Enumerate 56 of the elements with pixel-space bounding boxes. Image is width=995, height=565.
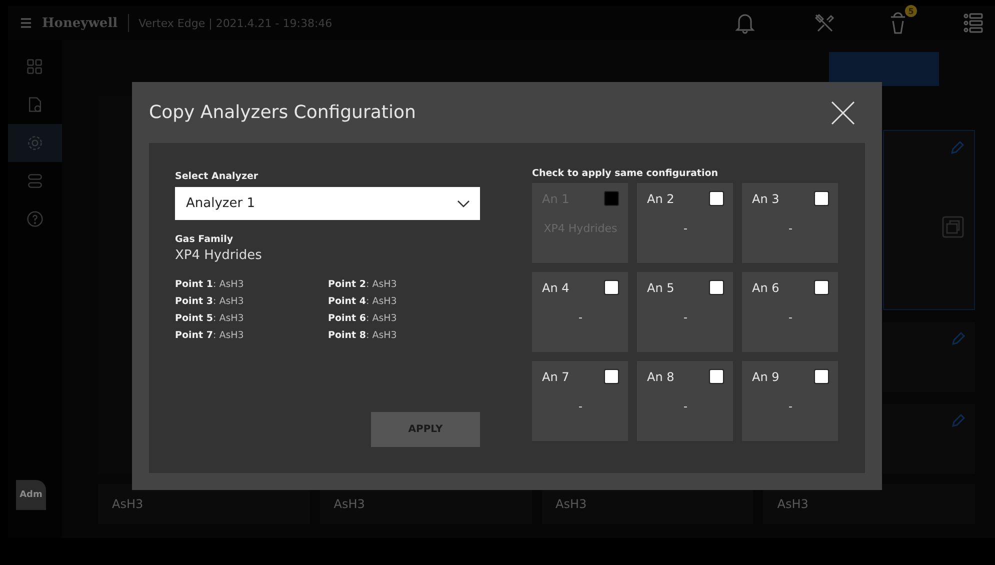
- toggles-icon: [26, 172, 44, 190]
- analyzer-name: An 2: [647, 192, 674, 206]
- point-value: Point 1: AsH3: [175, 279, 245, 290]
- checkbox[interactable]: [709, 191, 724, 206]
- gas-family-value: -: [578, 312, 582, 325]
- checkbox[interactable]: [709, 369, 724, 384]
- value-cell: AsH3: [763, 484, 975, 524]
- chevron-down-icon: [457, 200, 470, 208]
- dialog-title: Copy Analyzers Configuration: [149, 102, 416, 123]
- section-label: Check to apply same configuration: [532, 168, 720, 179]
- grid-icon: [26, 58, 44, 76]
- field-label: Select Analyzer: [175, 171, 260, 182]
- gas-family-value: -: [684, 312, 688, 325]
- app-title: Vertex Edge | 2021.4.21 - 19:38:46: [138, 16, 332, 30]
- list-icon[interactable]: [963, 12, 983, 34]
- bell-icon[interactable]: [735, 12, 755, 34]
- menu-icon[interactable]: [20, 17, 32, 29]
- notification-badge: 5: [905, 5, 917, 17]
- gas-family-value: XP4 Hydrides: [175, 248, 263, 263]
- brand-logo: Honeywell: [42, 16, 118, 30]
- analyzer-dropdown[interactable]: Analyzer 1: [175, 187, 480, 220]
- checkbox[interactable]: [814, 280, 829, 295]
- apply-button[interactable]: APPLY: [371, 412, 480, 447]
- gas-family-value: -: [788, 312, 792, 325]
- analyzer-name: An 5: [647, 280, 674, 294]
- gas-family-value: -: [578, 401, 582, 414]
- analyzer-name: An 9: [752, 370, 780, 384]
- analyzer-name: An 4: [542, 280, 570, 294]
- checkbox[interactable]: [604, 280, 619, 295]
- gas-family-value: -: [788, 401, 792, 414]
- gas-family-value: -: [684, 223, 688, 236]
- checkbox[interactable]: [814, 191, 829, 206]
- settings-icon: [26, 134, 44, 152]
- gas-family-value: -: [788, 223, 792, 236]
- tools-icon[interactable]: [813, 12, 835, 34]
- point-value: Point 2: AsH3: [328, 279, 398, 290]
- document-icon: [26, 96, 44, 114]
- checkbox[interactable]: [814, 369, 829, 384]
- point-value: Point 8: AsH3: [328, 330, 398, 341]
- user-avatar[interactable]: Adm: [16, 480, 46, 510]
- analyzer-name: An 6: [752, 280, 780, 294]
- close-button[interactable]: [831, 100, 855, 124]
- header-button[interactable]: [829, 52, 939, 86]
- checkbox[interactable]: [604, 369, 619, 384]
- analyzer-name: An 7: [542, 370, 570, 384]
- point-value: Point 3: AsH3: [175, 296, 245, 307]
- point-value: Point 6: AsH3: [328, 313, 398, 324]
- help-icon: [26, 210, 44, 228]
- checkbox[interactable]: [709, 280, 724, 295]
- point-value: Point 4: AsH3: [328, 296, 398, 307]
- point-value: Point 7: AsH3: [175, 330, 245, 341]
- analyzer-name: An 3: [752, 192, 780, 206]
- field-label: Gas Family: [175, 234, 234, 245]
- point-value: Point 5: AsH3: [175, 313, 245, 324]
- gas-family-value: -: [684, 401, 688, 414]
- analyzer-name: An 8: [647, 370, 674, 384]
